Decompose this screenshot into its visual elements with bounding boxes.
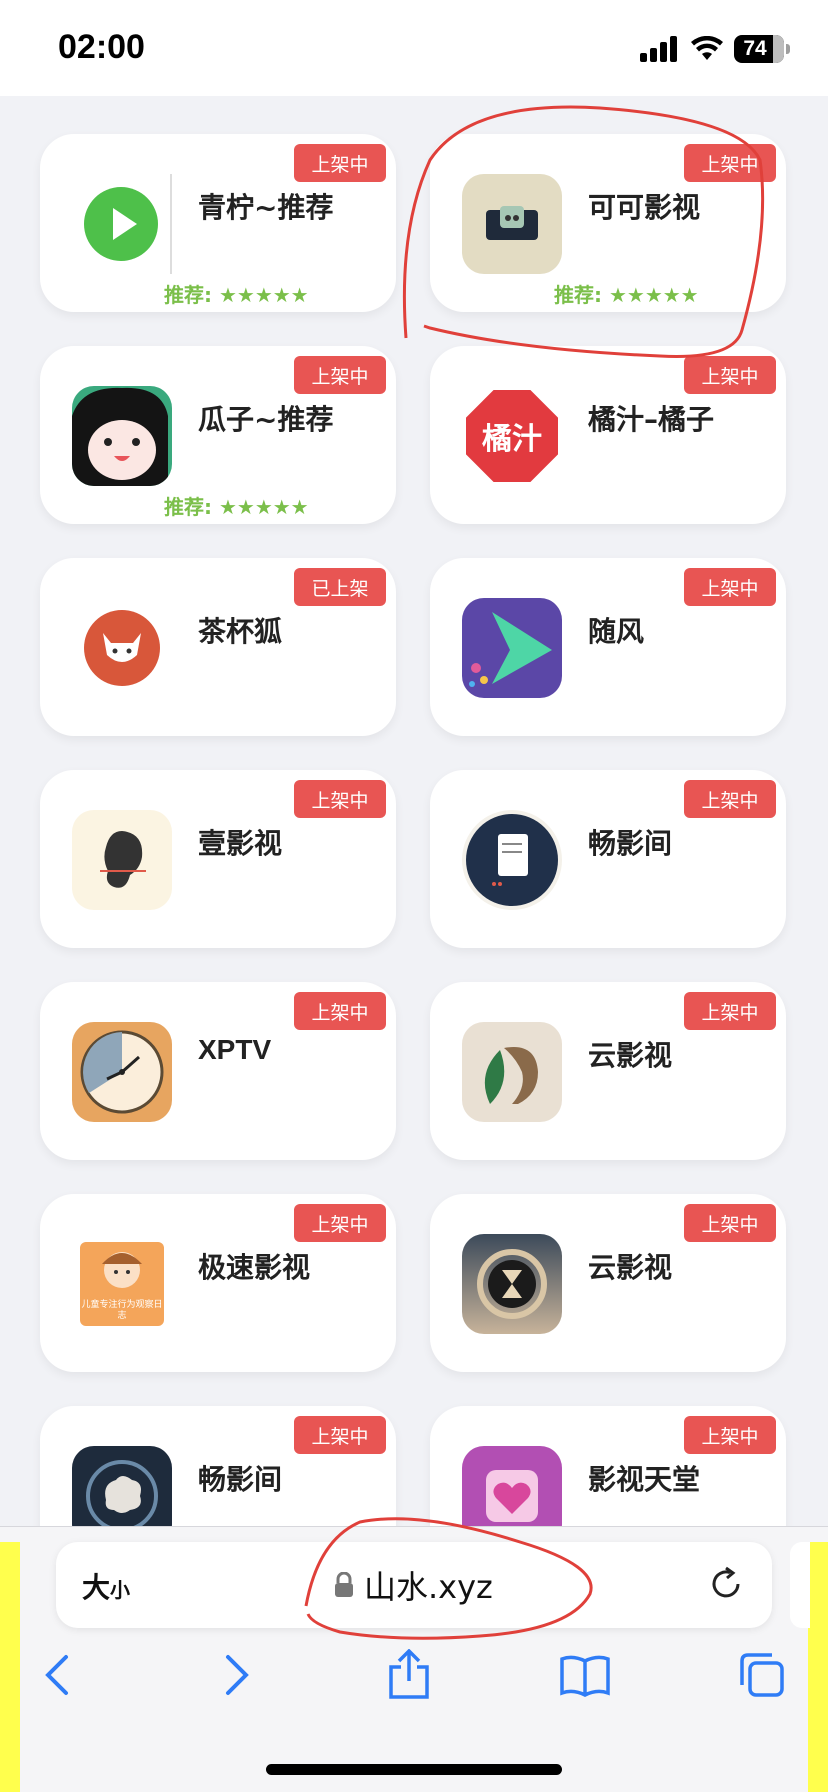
app-name: 畅影间 xyxy=(198,1463,283,1496)
book-icon xyxy=(560,1655,610,1697)
app-name: 畅影间 xyxy=(588,827,673,860)
app-card[interactable]: 已上架 茶杯狐 xyxy=(40,558,396,736)
forward-button[interactable] xyxy=(202,1640,272,1710)
text-size-button[interactable]: 大小 xyxy=(82,1566,130,1606)
status-badge: 上架中 xyxy=(684,1416,776,1454)
status-badge: 上架中 xyxy=(684,144,776,182)
status-badge: 上架中 xyxy=(684,356,776,394)
fox-icon xyxy=(72,598,172,698)
face-icon xyxy=(72,386,172,486)
ear-icon xyxy=(72,810,172,910)
reading-child-icon: 儿童专注行为观察日志 xyxy=(72,1234,172,1334)
bookmarks-button[interactable] xyxy=(550,1640,620,1710)
leaf-lion-icon xyxy=(462,1022,562,1122)
status-badge: 上架中 xyxy=(684,1204,776,1242)
heart-icon xyxy=(462,1446,562,1526)
app-card[interactable]: 上架中 可可影视 推荐: ★★★★★ xyxy=(430,134,786,312)
back-button[interactable] xyxy=(22,1640,92,1710)
app-name: 云影视 xyxy=(588,1039,673,1072)
tabs-icon xyxy=(740,1653,784,1697)
status-badge: 上架中 xyxy=(294,1204,386,1242)
app-name: 随风 xyxy=(588,615,645,648)
status-icons: 74 xyxy=(640,32,790,66)
app-card[interactable]: 上架中 橘汁 橘汁–橘子 xyxy=(430,346,786,524)
browser-toolbar xyxy=(0,1640,828,1720)
app-grid: 上架中 青柠~推荐 推荐: ★★★★★ 上架中 可可影视 推荐: ★★★★★ 上… xyxy=(0,96,828,1526)
tv-icon xyxy=(462,174,562,274)
address-bar[interactable]: 大小 山水.xyz xyxy=(56,1542,772,1628)
app-name: XPTV xyxy=(198,1034,272,1065)
app-card[interactable]: 上架中 青柠~推荐 推荐: ★★★★★ xyxy=(40,134,396,312)
status-time: 02:00 xyxy=(58,28,145,66)
app-card[interactable]: 上架中 畅影间 xyxy=(430,770,786,948)
share-icon xyxy=(389,1649,429,1699)
lock-icon xyxy=(335,1572,353,1597)
cellular-signal-icon xyxy=(640,36,677,62)
battery-icon: 74 xyxy=(734,35,784,63)
text-size-small: 小 xyxy=(110,1578,131,1602)
recommendation-rating: 推荐: ★★★★★ xyxy=(164,495,309,519)
battery-level: 74 xyxy=(743,37,767,60)
app-card[interactable]: 上架中 壹影视 xyxy=(40,770,396,948)
reload-icon xyxy=(712,1566,740,1598)
url-text: 山水.xyz xyxy=(364,1568,493,1606)
app-name: 壹影视 xyxy=(198,827,283,860)
battery-tip xyxy=(786,44,790,54)
clock-icon xyxy=(72,1022,172,1122)
app-name: 极速影视 xyxy=(198,1251,311,1284)
app-name: 橘汁–橘子 xyxy=(588,403,715,436)
app-card[interactable]: 上架中 影视天堂 xyxy=(430,1406,786,1526)
play-arrow-icon xyxy=(462,598,562,698)
juice-logo-text: 橘汁 xyxy=(466,390,558,482)
app-name: 茶杯狐 xyxy=(198,615,283,648)
play-icon xyxy=(72,174,172,274)
recommendation-rating: 推荐: ★★★★★ xyxy=(554,283,699,307)
status-badge: 上架中 xyxy=(684,992,776,1030)
app-card[interactable]: 上架中 畅影间 xyxy=(40,1406,396,1526)
chevron-right-icon xyxy=(226,1655,249,1695)
app-card[interactable]: 上架中 随风 xyxy=(430,558,786,736)
app-name: 云影视 xyxy=(588,1251,673,1284)
share-button[interactable] xyxy=(374,1640,444,1710)
status-bar: 02:00 74 xyxy=(0,0,828,96)
app-name: 瓜子~推荐 xyxy=(198,403,334,436)
document-icon xyxy=(462,810,562,910)
text-size-large: 大 xyxy=(82,1571,111,1604)
brain-icon xyxy=(72,1446,172,1526)
app-card[interactable]: 上架中 儿童专注行为观察日志 极速影视 xyxy=(40,1194,396,1372)
status-badge: 上架中 xyxy=(684,780,776,818)
status-badge: 已上架 xyxy=(294,568,386,606)
app-card[interactable]: 上架中 XPTV xyxy=(40,982,396,1160)
status-badge: 上架中 xyxy=(294,992,386,1030)
recommendation-rating: 推荐: ★★★★★ xyxy=(164,283,309,307)
chevron-left-icon xyxy=(45,1655,68,1695)
app-name: 影视天堂 xyxy=(588,1463,701,1496)
home-indicator xyxy=(266,1764,562,1775)
status-badge: 上架中 xyxy=(294,1416,386,1454)
status-badge: 上架中 xyxy=(294,356,386,394)
app-card[interactable]: 上架中 云影视 xyxy=(430,1194,786,1372)
tabs-button[interactable] xyxy=(726,1640,796,1710)
app-card[interactable]: 上架中 瓜子~推荐 推荐: ★★★★★ xyxy=(40,346,396,524)
status-badge: 上架中 xyxy=(684,568,776,606)
juice-logo-icon: 橘汁 xyxy=(462,386,562,486)
url-display[interactable]: 山水.xyz xyxy=(334,1562,493,1608)
app-name: 可可影视 xyxy=(588,191,701,224)
status-badge: 上架中 xyxy=(294,144,386,182)
icon-caption: 儿童专注行为观察日志 xyxy=(81,1300,163,1321)
hourglass-icon xyxy=(462,1234,562,1334)
next-tab-peek[interactable] xyxy=(790,1542,810,1628)
app-card[interactable]: 上架中 云影视 xyxy=(430,982,786,1160)
status-badge: 上架中 xyxy=(294,780,386,818)
reload-button[interactable] xyxy=(706,1564,746,1608)
wifi-icon xyxy=(691,36,723,60)
app-name: 青柠~推荐 xyxy=(198,191,334,224)
